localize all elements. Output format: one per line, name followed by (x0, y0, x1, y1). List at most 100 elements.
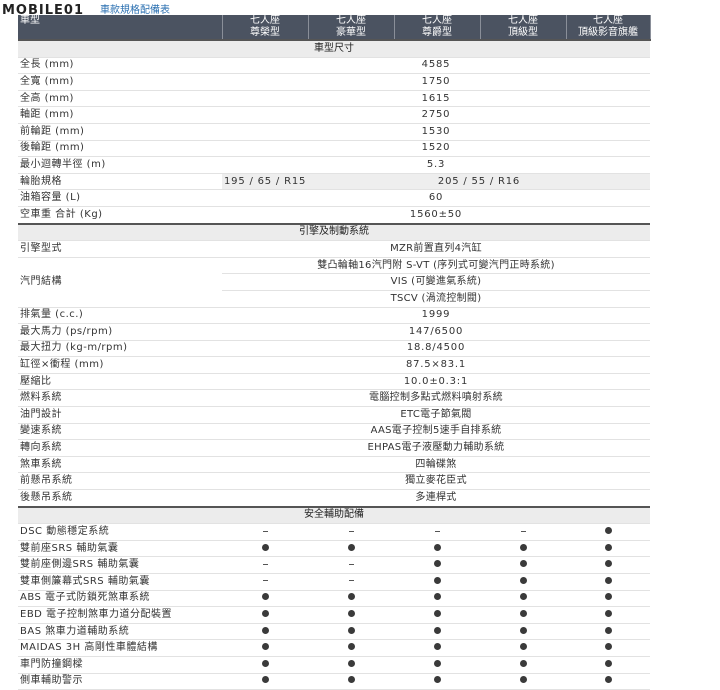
trim-line2: 尊爵型 (422, 27, 452, 38)
table-row: 前輪距 (mm) 1530 (18, 123, 650, 141)
table-row: 後懸吊系統 多連桿式 (18, 489, 650, 508)
row-label: 輪胎規格 (18, 173, 222, 191)
feature-cell (308, 606, 394, 624)
row-label: 前懸吊系統 (18, 472, 222, 491)
row-value: 2750 (222, 106, 650, 124)
table-row: 前懸吊系統 獨立麥花臣式 (18, 472, 650, 491)
row-value: ETC電子節氣閥 (222, 406, 650, 424)
feature-cell (222, 556, 308, 574)
row-label: 轉向系統 (18, 439, 222, 457)
feature-cell (480, 556, 566, 574)
feature-cell (394, 556, 480, 574)
trim-header-5: 七人座 頂級影音旗艦 (566, 15, 651, 41)
standard-dot-icon (433, 560, 441, 568)
standard-dot-icon (261, 626, 269, 634)
table-row: 壓縮比 10.0±0.3:1 (18, 373, 650, 391)
row-label: BAS 煞車力道輔助系統 (18, 623, 222, 641)
feature-cell (308, 556, 394, 574)
table-row: 轉向系統 EHPAS電子液壓動力輔助系統 (18, 439, 650, 457)
table-row: ABS 電子式防鎖死煞車系統 (18, 590, 650, 608)
row-label: 汽門結構 (18, 257, 222, 308)
feature-cell (566, 673, 650, 690)
standard-dot-icon (261, 609, 269, 617)
feature-cell (394, 656, 480, 674)
row-label: 最小迴轉半徑 (m) (18, 156, 222, 174)
trim-line1: 七人座 (422, 15, 452, 26)
feature-cell (222, 573, 308, 591)
standard-dot-icon (433, 593, 441, 601)
standard-dot-icon (261, 643, 269, 651)
trim-line2: 豪華型 (336, 27, 366, 38)
row-label: 軸距 (mm) (18, 106, 222, 124)
table-row: 全寬 (mm) 1750 (18, 73, 650, 91)
not-available-dash-icon (520, 530, 526, 532)
row-label: 全長 (mm) (18, 57, 222, 75)
feature-cell (566, 523, 650, 541)
row-label: MAIDAS 3H 高剛性車體結構 (18, 639, 222, 657)
row-label: 引擎型式 (18, 240, 222, 258)
row-label: 最大扭力 (kg-m/rpm) (18, 340, 222, 358)
not-available-dash-icon (262, 530, 268, 532)
standard-dot-icon (604, 626, 612, 634)
table-row: 輪胎規格 195 / 65 / R15 205 / 55 / R16 (18, 173, 650, 191)
row-value: 電腦控制多點式燃料噴射系統 (222, 389, 650, 408)
feature-cell (566, 590, 650, 608)
row-value: 5.3 (222, 156, 650, 174)
feature-cell (480, 590, 566, 608)
row-value-line1: 雙凸輪軸16汽門附 S-VT (序列式可變汽門正時系統) (222, 257, 650, 275)
standard-dot-icon (604, 659, 612, 667)
table-row: 最小迴轉半徑 (m) 5.3 (18, 156, 650, 174)
standard-dot-icon (519, 626, 527, 634)
section-title: 安全輔助配備 (18, 505, 650, 525)
table-row: 煞車系統 四輪碟煞 (18, 456, 650, 474)
header-row: 車型 七人座 尊榮型 七人座 豪華型 七人座 尊爵型 七人座 頂級型 七人座 頂級影音旗艦 (18, 15, 651, 41)
standard-dot-icon (604, 527, 612, 535)
row-label: ABS 電子式防鎖死煞車系統 (18, 590, 222, 608)
feature-cell (566, 623, 650, 641)
trim-line2: 尊榮型 (250, 27, 280, 38)
feature-cell (222, 523, 308, 541)
feature-cell (222, 590, 308, 608)
row-label: 車門防撞鋼樑 (18, 656, 222, 674)
trim-header-2: 七人座 豪華型 (308, 15, 395, 41)
standard-dot-icon (519, 659, 527, 667)
feature-cell (394, 639, 480, 657)
row-label: 缸徑×衝程 (mm) (18, 356, 222, 374)
standard-dot-icon (347, 543, 355, 551)
feature-cell (480, 656, 566, 674)
standard-dot-icon (519, 593, 527, 601)
feature-cell (308, 639, 394, 657)
trim-header-4: 七人座 頂級型 (480, 15, 567, 41)
feature-cell (480, 673, 566, 690)
standard-dot-icon (433, 626, 441, 634)
row-value: 147/6500 (222, 323, 650, 341)
header-row-label: 車型 (18, 15, 223, 41)
table-row: 最大馬力 (ps/rpm) 147/6500 (18, 323, 650, 341)
table-row: 燃料系統 電腦控制多點式燃料噴射系統 (18, 389, 650, 408)
section-header-engine: 引擎及制動系統 (18, 222, 650, 242)
standard-dot-icon (347, 643, 355, 651)
feature-cell (308, 673, 394, 690)
row-label: EBD 電子控制煞車力道分配裝置 (18, 606, 222, 624)
row-value: 10.0±0.3:1 (222, 373, 650, 391)
row-value-line3: TSCV (渦流控制閥) (222, 290, 650, 308)
breadcrumb[interactable]: 車款規格配備表 (100, 1, 170, 16)
trim-line1: 七人座 (593, 15, 623, 26)
standard-dot-icon (519, 543, 527, 551)
table-row: 油箱容量 (L) 60 (18, 189, 650, 207)
row-value: 1560±50 (222, 206, 650, 225)
table-row: BAS 煞車力道輔助系統 (18, 623, 650, 641)
row-label: DSC 動態穩定系統 (18, 523, 222, 541)
feature-cell (308, 523, 394, 541)
row-label: 變速系統 (18, 423, 222, 441)
table-row: 後輪距 (mm) 1520 (18, 140, 650, 158)
standard-dot-icon (261, 543, 269, 551)
row-label: 前輪距 (mm) (18, 123, 222, 141)
not-available-dash-icon (262, 563, 268, 565)
row-value: 18.8/4500 (222, 340, 650, 358)
feature-cell (566, 556, 650, 574)
standard-dot-icon (433, 609, 441, 617)
table-row: 排氣量 (c.c.) 1999 (18, 307, 650, 325)
spec-table: 車型 七人座 尊榮型 七人座 豪華型 七人座 尊爵型 七人座 頂級型 七人座 頂級影音旗艦… (18, 15, 651, 690)
not-available-dash-icon (434, 530, 440, 532)
